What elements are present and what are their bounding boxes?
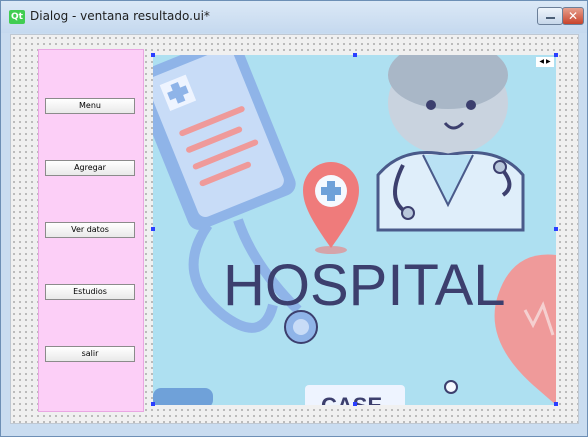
minimize-button[interactable] bbox=[537, 7, 563, 25]
resize-handle[interactable] bbox=[151, 402, 155, 406]
resize-handle[interactable] bbox=[353, 402, 357, 406]
resize-handle[interactable] bbox=[353, 53, 357, 57]
estudios-button[interactable]: Estudios bbox=[45, 284, 135, 300]
hospital-title: HOSPITAL bbox=[223, 253, 506, 318]
menu-button[interactable]: Menu bbox=[45, 98, 135, 114]
resize-handle[interactable] bbox=[151, 227, 155, 231]
qt-icon: Qt bbox=[9, 10, 25, 24]
hospital-illustration: CASE HOSPITAL bbox=[153, 55, 556, 405]
resize-handle[interactable] bbox=[554, 53, 558, 57]
nav-arrows-icon[interactable]: ◀ ▶ bbox=[536, 57, 554, 67]
dialog-window: Qt Dialog - ventana resultado.ui* ✕ Menu… bbox=[0, 0, 588, 437]
resize-handle[interactable] bbox=[554, 227, 558, 231]
ver-datos-button[interactable]: Ver datos bbox=[45, 222, 135, 238]
title-bar[interactable]: Qt Dialog - ventana resultado.ui* ✕ bbox=[1, 1, 587, 33]
close-button[interactable]: ✕ bbox=[562, 7, 584, 25]
minimize-icon bbox=[546, 17, 555, 19]
resize-handle[interactable] bbox=[151, 53, 155, 57]
resize-handle[interactable] bbox=[554, 402, 558, 406]
close-icon: ✕ bbox=[567, 9, 579, 23]
case-label: CASE bbox=[321, 393, 382, 405]
hospital-image[interactable]: CASE HOSPITAL bbox=[153, 55, 556, 405]
window-title: Dialog - ventana resultado.ui* bbox=[30, 9, 210, 23]
agregar-button[interactable]: Agregar bbox=[45, 160, 135, 176]
salir-button[interactable]: salir bbox=[45, 346, 135, 362]
